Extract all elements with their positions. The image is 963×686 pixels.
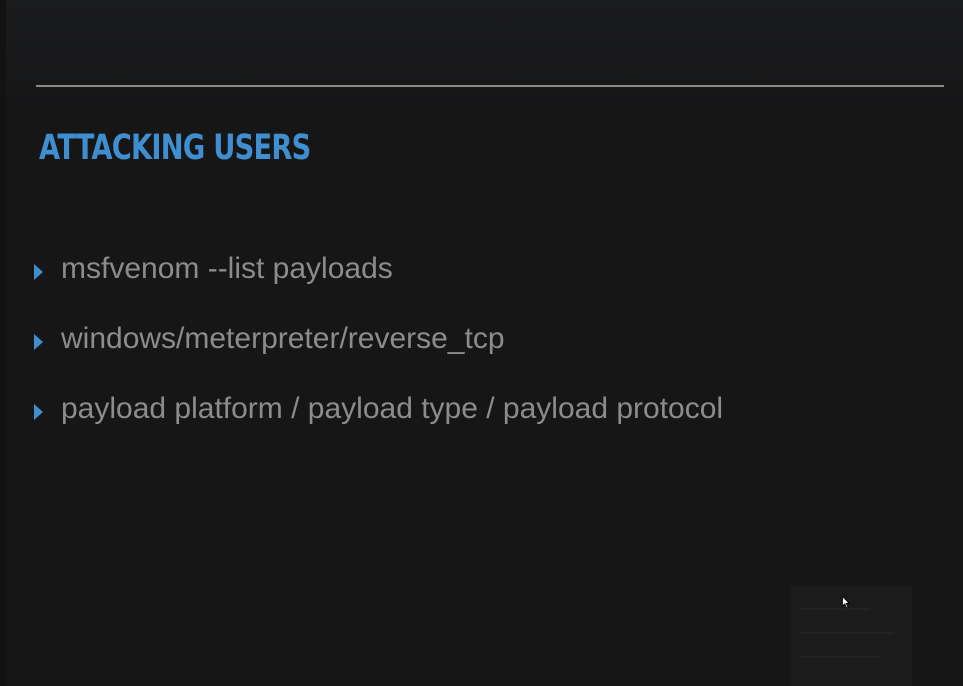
thumbnail-line — [800, 656, 880, 658]
triangle-right-icon — [34, 334, 43, 350]
bullet-text: windows/meterpreter/reverse_tcp — [61, 322, 505, 355]
title-divider — [36, 85, 944, 87]
thumbnail-line — [800, 632, 894, 634]
slide-title: ATTACKING USERS — [39, 128, 311, 168]
presenter-thumbnail[interactable] — [790, 586, 912, 686]
triangle-right-icon — [34, 264, 43, 280]
presentation-slide: ATTACKING USERS msfvenom --list payloads… — [0, 0, 963, 686]
thumbnail-line — [800, 608, 870, 610]
slide-left-edge — [0, 0, 6, 686]
mouse-pointer-icon — [842, 596, 850, 609]
bullet-text: payload platform / payload type / payloa… — [61, 392, 724, 425]
bullet-text: msfvenom --list payloads — [61, 252, 393, 285]
triangle-right-icon — [34, 404, 43, 420]
